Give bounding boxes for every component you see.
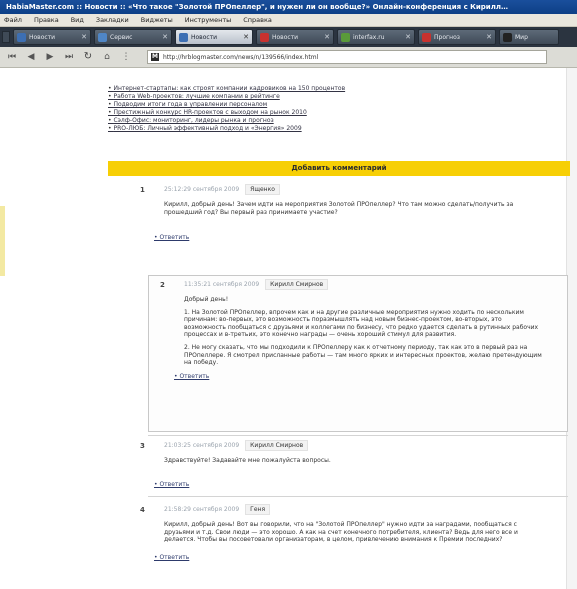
related-link[interactable]: Подводим итоги года в управлении персона… bbox=[108, 101, 408, 109]
site-favicon-icon bbox=[341, 32, 350, 42]
home-icon[interactable]: ⌂ bbox=[101, 51, 113, 63]
reply-link[interactable]: Ответить bbox=[154, 554, 560, 561]
comment-body: Кирилл, добрый день! Вот вы говорили, чт… bbox=[164, 521, 544, 544]
tab-label: Сервис bbox=[110, 33, 133, 41]
close-tab-icon[interactable]: ✕ bbox=[486, 33, 492, 41]
menu-item-tools[interactable]: Инструменты bbox=[185, 16, 232, 24]
related-links-list: Интернет-стартапы: как строят компании к… bbox=[108, 85, 408, 133]
tab-label: Новости bbox=[29, 33, 56, 41]
site-favicon-icon bbox=[422, 32, 431, 42]
navigation-bar: ⏮ ◀ ▶ ⏭ ↻ ⌂ ⋮ M http://hrblogmaster.com/… bbox=[0, 47, 577, 68]
tab-5[interactable]: interfax.ru ✕ bbox=[337, 29, 415, 45]
tab-label: Новости bbox=[191, 33, 218, 41]
menu-item-file[interactable]: Файл bbox=[4, 16, 22, 24]
menu-bar: Файл Правка Вид Закладки Виджеты Инструм… bbox=[0, 14, 577, 27]
comment-item: 3 21:03:25 сентября 2009 Кирилл Смирнов … bbox=[140, 440, 560, 488]
menu-item-help[interactable]: Справка bbox=[243, 16, 272, 24]
security-icon[interactable]: ⋮ bbox=[120, 51, 132, 63]
comment-header: 4 21:58:29 сентября 2009 Геня bbox=[140, 504, 560, 515]
tab-menu-button[interactable] bbox=[2, 31, 10, 43]
menu-item-widgets[interactable]: Виджеты bbox=[141, 16, 173, 24]
site-favicon-icon bbox=[98, 32, 107, 42]
address-url: http://hrblogmaster.com/news/n/139566/in… bbox=[163, 53, 319, 61]
comment-author: Ященко bbox=[245, 184, 280, 195]
comment-divider bbox=[148, 496, 568, 497]
comment-item: 1 25:12:29 сентября 2009 Ященко Кирилл, … bbox=[140, 184, 560, 241]
related-link[interactable]: PRO-ЛЮБ: Личный эффективный подход и «Эн… bbox=[108, 125, 408, 133]
site-favicon-icon bbox=[17, 32, 26, 42]
site-favicon-icon bbox=[179, 32, 188, 42]
tab-label: Мир bbox=[515, 33, 528, 41]
comment-text: Кирилл, добрый день! Вот вы говорили, чт… bbox=[164, 521, 518, 544]
close-tab-icon[interactable]: ✕ bbox=[243, 33, 249, 41]
comment-text: Добрый день! bbox=[184, 296, 229, 303]
comment-body: Кирилл, добрый день! Зачем идти на мероп… bbox=[164, 201, 544, 216]
comment-header: 1 25:12:29 сентября 2009 Ященко bbox=[140, 184, 560, 195]
comment-item: 2 11:35:21 сентября 2009 Кирилл Смирнов … bbox=[160, 279, 560, 380]
comment-number: 1 bbox=[140, 185, 145, 194]
reply-link[interactable]: Ответить bbox=[154, 234, 560, 241]
related-link[interactable]: Престижный конкурс HR-проектов с выходом… bbox=[108, 109, 408, 117]
rewind-icon[interactable]: ⏮ bbox=[6, 51, 18, 63]
close-tab-icon[interactable]: ✕ bbox=[405, 33, 411, 41]
comment-text: 2. Не могу сказать, что мы подходили к П… bbox=[184, 343, 542, 367]
forward-icon[interactable]: ▶ bbox=[44, 51, 56, 63]
side-highlight bbox=[0, 206, 5, 276]
tab-bar: Новости ✕ Сервис ✕ Новости ✕ Новости ✕ i… bbox=[0, 27, 577, 47]
site-icon: M bbox=[151, 53, 159, 61]
tab-7[interactable]: Мир bbox=[499, 29, 559, 45]
reply-link[interactable]: Ответить bbox=[154, 481, 560, 488]
menu-item-bookmarks[interactable]: Закладки bbox=[96, 16, 129, 24]
comment-header: 2 11:35:21 сентября 2009 Кирилл Смирнов bbox=[160, 279, 560, 290]
comment-date: 11:35:21 сентября 2009 bbox=[184, 281, 260, 288]
comment-date: 21:03:25 сентября 2009 bbox=[164, 442, 240, 449]
comment-author: Кирилл Смирнов bbox=[245, 440, 309, 451]
site-favicon-icon bbox=[260, 32, 269, 42]
comment-author: Геня bbox=[245, 504, 271, 515]
tab-6[interactable]: Прогноз ✕ bbox=[418, 29, 496, 45]
comment-body: Здравствуйте! Задавайте мне пожалуйста в… bbox=[164, 457, 544, 465]
comment-date: 21:58:29 сентября 2009 bbox=[164, 506, 240, 513]
comment-author: Кирилл Смирнов bbox=[265, 279, 329, 290]
tab-4[interactable]: Новости ✕ bbox=[256, 29, 334, 45]
comment-text: Здравствуйте! Задавайте мне пожалуйста в… bbox=[164, 457, 331, 464]
comment-number: 2 bbox=[160, 280, 165, 289]
reply-link[interactable]: Ответить bbox=[174, 373, 560, 380]
tab-1[interactable]: Новости ✕ bbox=[13, 29, 91, 45]
menu-item-edit[interactable]: Правка bbox=[34, 16, 59, 24]
add-comment-bar[interactable]: Добавить комментарий bbox=[108, 161, 570, 176]
tab-label: interfax.ru bbox=[353, 33, 385, 41]
tab-3-active[interactable]: Новости ✕ bbox=[175, 29, 253, 45]
comment-text: 1. На Золотой ПРОпеллер, впрочем как и н… bbox=[184, 308, 539, 339]
tab-label: Прогноз bbox=[434, 33, 460, 41]
related-link[interactable]: Интернет-стартапы: как строят компании к… bbox=[108, 85, 408, 93]
back-icon[interactable]: ◀ bbox=[25, 51, 37, 63]
page-content: Интернет-стартапы: как строят компании к… bbox=[0, 68, 577, 589]
comment-number: 3 bbox=[140, 441, 145, 450]
tab-label: Новости bbox=[272, 33, 299, 41]
fast-forward-icon[interactable]: ⏭ bbox=[63, 51, 75, 63]
address-bar[interactable]: M http://hrblogmaster.com/news/n/139566/… bbox=[147, 50, 547, 64]
left-gutter bbox=[0, 68, 88, 589]
tab-2[interactable]: Сервис ✕ bbox=[94, 29, 172, 45]
comment-header: 3 21:03:25 сентября 2009 Кирилл Смирнов bbox=[140, 440, 560, 451]
comment-divider bbox=[148, 435, 568, 436]
close-tab-icon[interactable]: ✕ bbox=[324, 33, 330, 41]
close-tab-icon[interactable]: ✕ bbox=[162, 33, 168, 41]
site-favicon-icon bbox=[503, 32, 512, 42]
comment-date: 25:12:29 сентября 2009 bbox=[164, 186, 240, 193]
close-tab-icon[interactable]: ✕ bbox=[81, 33, 87, 41]
comment-body: Добрый день! 1. На Золотой ПРОпеллер, вп… bbox=[184, 296, 544, 367]
comment-item: 4 21:58:29 сентября 2009 Геня Кирилл, до… bbox=[140, 504, 560, 561]
reload-icon[interactable]: ↻ bbox=[82, 51, 94, 63]
menu-item-view[interactable]: Вид bbox=[71, 16, 84, 24]
comment-text: Кирилл, добрый день! Зачем идти на мероп… bbox=[164, 201, 514, 216]
comment-number: 4 bbox=[140, 505, 145, 514]
related-link[interactable]: Сэлф-Офис: мониторинг, лидеры рынка и пр… bbox=[108, 117, 408, 125]
related-link[interactable]: Работа Web-проектов: лучшие компании в р… bbox=[108, 93, 408, 101]
window-title: HabiaMaster.com :: Новости :: «Что такое… bbox=[0, 0, 577, 14]
